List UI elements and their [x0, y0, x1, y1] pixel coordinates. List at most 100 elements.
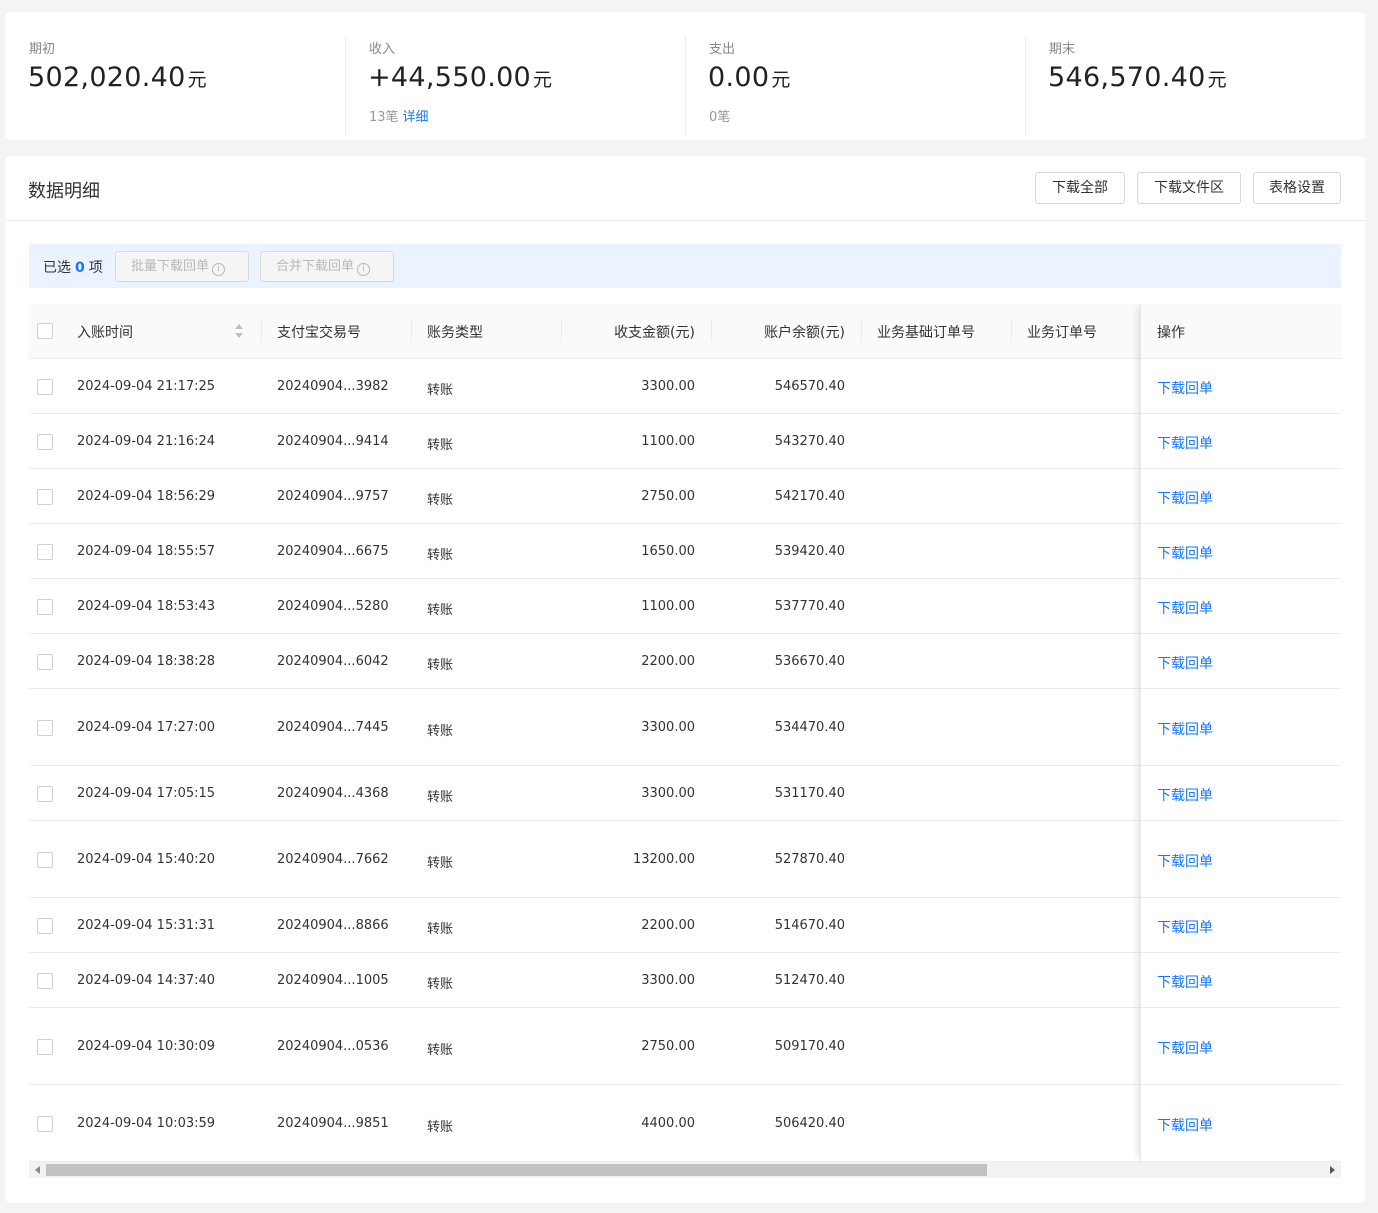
cell-amount: 1650.00	[641, 544, 695, 559]
cell-type: 转账	[427, 438, 454, 453]
col-header-balance: 账户余额(元)	[764, 325, 845, 341]
income-detail-link[interactable]: 详细	[403, 110, 429, 125]
row-checkbox[interactable]	[37, 918, 53, 934]
download-all-button[interactable]: 下载全部	[1035, 172, 1125, 204]
download-receipt-link[interactable]: 下载回单	[1157, 851, 1213, 871]
download-receipt-link[interactable]: 下载回单	[1157, 785, 1213, 805]
column-divider	[1011, 320, 1012, 342]
page-title: 数据明细	[28, 181, 100, 202]
table-row: 2024-09-04 18:56:29 20240904...9757 转账 2750…	[29, 469, 1341, 524]
download-receipt-link[interactable]: 下载回单	[1157, 543, 1213, 563]
col-header-time[interactable]: 入账时间	[77, 322, 133, 342]
download-receipt-link[interactable]: 下载回单	[1157, 1115, 1213, 1135]
cell-balance: 506420.40	[774, 1116, 845, 1131]
chevron-right-icon[interactable]	[1330, 1166, 1335, 1174]
column-divider	[861, 320, 862, 342]
table-row: 2024-09-04 18:53:43 20240904...5280 转账 1100…	[29, 579, 1341, 634]
cell-amount: 3300.00	[641, 786, 695, 801]
info-icon: i	[212, 263, 226, 276]
cell-time: 2024-09-04 18:53:43	[77, 599, 216, 614]
row-checkbox[interactable]	[37, 852, 53, 868]
download-receipt-link[interactable]: 下载回单	[1157, 917, 1213, 937]
col-header-action: 操作	[1157, 325, 1185, 341]
cell-balance: 537770.40	[774, 599, 845, 614]
cell-balance: 514670.40	[774, 918, 845, 933]
chevron-left-icon[interactable]	[35, 1166, 40, 1174]
cell-trade-no: 20240904...6042	[277, 654, 389, 669]
row-checkbox[interactable]	[37, 720, 53, 736]
stat-number: 0.00	[708, 62, 770, 93]
cell-time: 2024-09-04 17:27:00	[77, 720, 216, 735]
table-row: 2024-09-04 10:03:59 20240904...9851 转账 4400…	[29, 1085, 1341, 1162]
cell-trade-no: 20240904...4368	[277, 786, 389, 801]
cell-time: 2024-09-04 15:31:31	[77, 918, 216, 933]
download-receipt-link[interactable]: 下载回单	[1157, 1038, 1213, 1058]
stat-label: 收入	[369, 42, 396, 57]
download-receipt-link[interactable]: 下载回单	[1157, 719, 1213, 739]
table-row: 2024-09-04 21:17:25 20240904...3982 转账 3300…	[29, 359, 1341, 414]
row-checkbox[interactable]	[37, 434, 53, 450]
selection-suffix: 项	[88, 260, 103, 276]
row-checkbox[interactable]	[37, 1116, 53, 1132]
row-checkbox[interactable]	[37, 544, 53, 560]
cell-balance: 546570.40	[774, 379, 845, 394]
col-header-amount: 收支金额(元)	[614, 325, 695, 341]
download-receipt-link[interactable]: 下载回单	[1157, 378, 1213, 398]
stat-unit: 元	[533, 69, 553, 91]
cell-balance: 542170.40	[774, 489, 845, 504]
column-divider	[411, 320, 412, 342]
table-row: 2024-09-04 15:40:20 20240904...7662 转账 1320…	[29, 821, 1341, 898]
cell-trade-no: 20240904...5280	[277, 599, 389, 614]
merge-download-button[interactable]: 合并下载回单 i	[260, 251, 394, 282]
table-header: 入账时间 支付宝交易号 账务类型 收支金额(元) 账户余额(元) 业务基础订单号…	[29, 304, 1341, 359]
cell-amount: 13200.00	[632, 852, 695, 867]
row-checkbox[interactable]	[37, 973, 53, 989]
download-receipt-link[interactable]: 下载回单	[1157, 653, 1213, 673]
download-receipt-link[interactable]: 下载回单	[1157, 488, 1213, 508]
stat-unit: 元	[1207, 69, 1227, 91]
table-settings-button[interactable]: 表格设置	[1253, 172, 1341, 204]
row-checkbox[interactable]	[37, 786, 53, 802]
row-checkbox[interactable]	[37, 654, 53, 670]
stat-count: 13笔	[369, 110, 399, 125]
cell-trade-no: 20240904...7662	[277, 852, 389, 867]
col-header-type: 账务类型	[427, 325, 483, 341]
button-label: 批量下载回单	[131, 259, 210, 274]
col-header-trade-no: 支付宝交易号	[277, 325, 361, 341]
download-receipt-link[interactable]: 下载回单	[1157, 972, 1213, 992]
table-row: 2024-09-04 18:38:28 20240904...6042 转账 2200…	[29, 634, 1341, 689]
scrollbar-thumb[interactable]	[46, 1164, 987, 1176]
cell-time: 2024-09-04 14:37:40	[77, 973, 216, 988]
row-checkbox[interactable]	[37, 1039, 53, 1055]
cell-time: 2024-09-04 18:38:28	[77, 654, 216, 669]
select-all-checkbox[interactable]	[37, 323, 53, 339]
horizontal-scrollbar[interactable]	[29, 1162, 1341, 1178]
col-header-order: 业务订单号	[1027, 325, 1097, 341]
download-receipt-link[interactable]: 下载回单	[1157, 433, 1213, 453]
row-checkbox[interactable]	[37, 489, 53, 505]
cell-type: 转账	[427, 790, 454, 805]
download-receipt-link[interactable]: 下载回单	[1157, 598, 1213, 618]
row-checkbox[interactable]	[37, 379, 53, 395]
row-checkbox[interactable]	[37, 599, 53, 615]
cell-amount: 3300.00	[641, 720, 695, 735]
sort-icon[interactable]	[235, 324, 243, 338]
summary-card: 期初 502,020.40 元 收入 +44,550.00 元 13笔 详细 支出 0…	[5, 12, 1365, 140]
cell-amount: 2750.00	[641, 1039, 695, 1054]
stat-opening: 期初 502,020.40 元	[5, 12, 345, 140]
divider	[345, 36, 346, 136]
table-row: 2024-09-04 10:30:09 20240904...0536 转账 2750…	[29, 1008, 1341, 1085]
table-row: 2024-09-04 21:16:24 20240904...9414 转账 1100…	[29, 414, 1341, 469]
table-row: 2024-09-04 14:37:40 20240904...1005 转账 3300…	[29, 953, 1341, 1008]
download-files-button[interactable]: 下载文件区	[1137, 172, 1241, 204]
stat-unit: 元	[771, 69, 791, 91]
batch-download-button[interactable]: 批量下载回单 i	[115, 251, 249, 282]
cell-time: 2024-09-04 21:17:25	[77, 379, 216, 394]
col-header-base-order: 业务基础订单号	[877, 325, 975, 341]
stat-number: 546,570.40	[1048, 62, 1206, 93]
divider	[685, 36, 686, 136]
cell-time: 2024-09-04 15:40:20	[77, 852, 216, 867]
table-row: 2024-09-04 17:05:15 20240904...4368 转账 3300…	[29, 766, 1341, 821]
cell-trade-no: 20240904...3982	[277, 379, 389, 394]
column-divider	[561, 320, 562, 342]
